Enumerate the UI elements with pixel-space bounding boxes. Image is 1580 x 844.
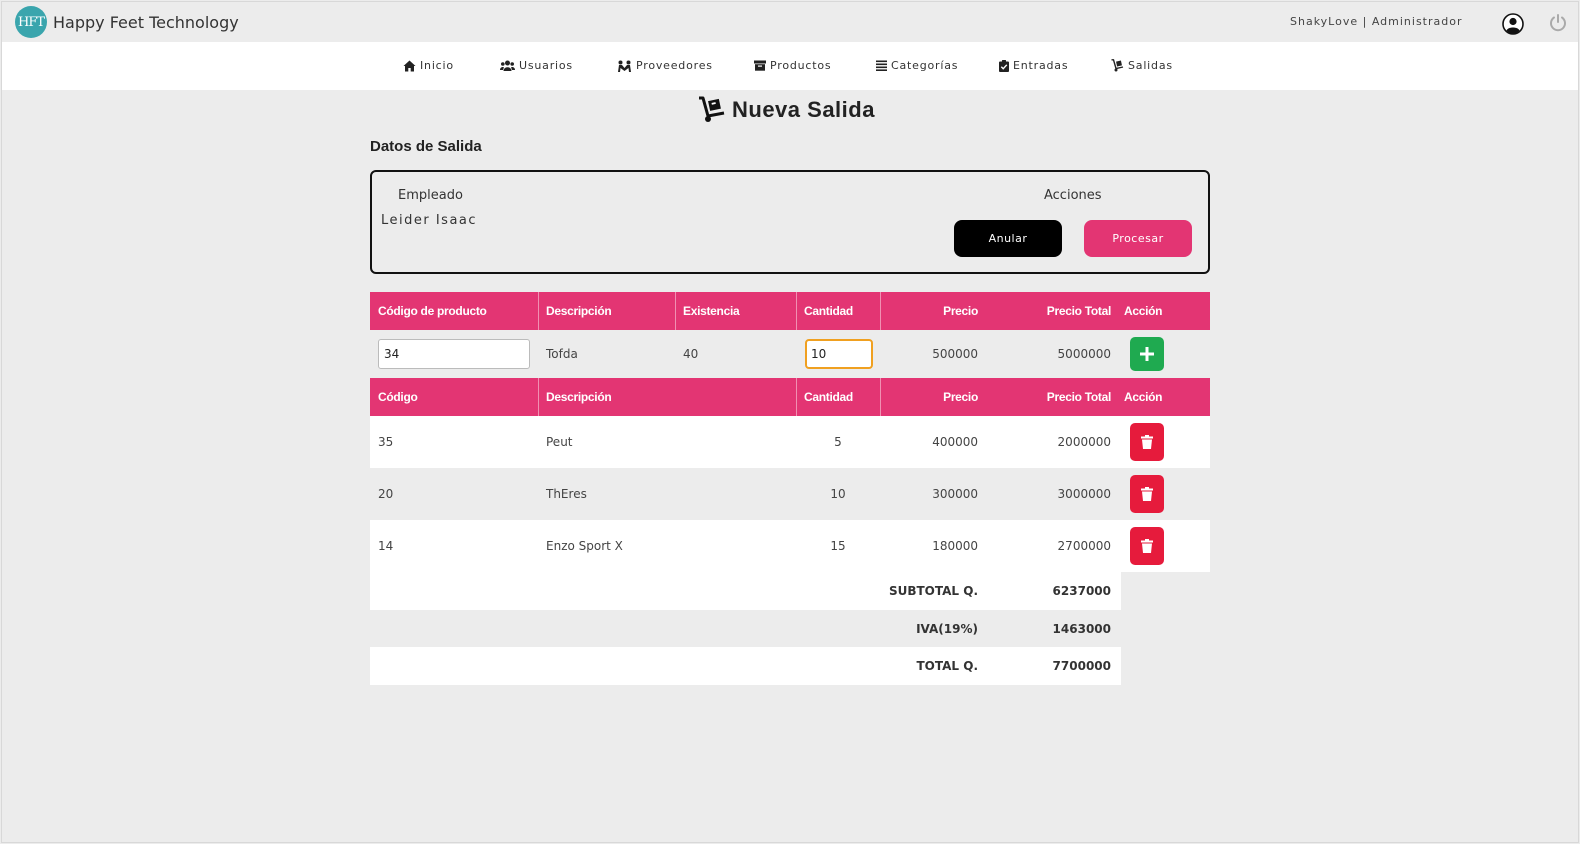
row-price: 300000 (932, 487, 978, 501)
row-total: 3000000 (1057, 487, 1111, 501)
nav-item-entradas[interactable]: Entradas (999, 59, 1068, 72)
subtotal-label: SUBTOTAL Q. (888, 584, 978, 598)
subtotal-value: 6237000 (1052, 584, 1111, 598)
trash-icon (1141, 435, 1153, 449)
column-header: Existencia (683, 304, 740, 318)
delete-row-button[interactable] (1130, 423, 1164, 461)
add-product-button[interactable] (1130, 337, 1164, 371)
list-icon (876, 60, 887, 71)
users-icon (500, 60, 515, 71)
iva-value: 1463000 (1052, 621, 1111, 636)
row-total: 2000000 (1057, 435, 1111, 449)
entry-price: 500000 (932, 347, 978, 361)
nav-label: Proveedores (636, 59, 713, 72)
detail-header-row: Código Descripción Cantidad Precio Preci… (370, 378, 1210, 416)
total-value: 7700000 (1052, 659, 1111, 673)
table-row: 14 Enzo Sport X 15 180000 2700000 (370, 520, 1210, 572)
row-description: Peut (546, 435, 573, 449)
plus-icon (1140, 347, 1154, 361)
nav-item-salidas[interactable]: Salidas (1111, 59, 1173, 72)
row-quantity: 10 (830, 487, 846, 501)
total-label: TOTAL Q. (916, 659, 978, 673)
actions-label: Acciones (1044, 188, 1102, 203)
iva-label: IVA(19%) (916, 621, 978, 636)
iva-row: IVA(19%) 1463000 (370, 610, 1121, 647)
section-title: Datos de Salida (370, 138, 482, 155)
subtotal-row: SUBTOTAL Q. 6237000 (370, 572, 1121, 610)
nav-label: Inicio (420, 59, 454, 72)
power-icon[interactable] (1548, 13, 1568, 37)
row-code: 20 (378, 487, 394, 501)
trash-icon (1141, 487, 1153, 501)
nav-item-categorias[interactable]: Categorías (876, 59, 958, 72)
column-header: Precio (943, 304, 978, 318)
nav-item-productos[interactable]: Productos (754, 59, 831, 72)
column-header: Descripción (546, 304, 612, 318)
total-row: TOTAL Q. 7700000 (370, 647, 1121, 685)
top-bar: HFT Happy Feet Technology ShakyLove | Ad… (2, 2, 1578, 42)
nav-item-inicio[interactable]: Inicio (403, 59, 454, 72)
entry-stock: 40 (683, 347, 699, 361)
column-header: Código (378, 390, 418, 404)
nav-label: Categorías (891, 59, 959, 72)
user-role-label: ShakyLove | Administrador (1290, 15, 1463, 28)
entry-description: Tofda (546, 347, 578, 361)
brand-logo: HFT (15, 6, 47, 38)
nav-label: Entradas (1013, 59, 1069, 72)
row-code: 14 (378, 539, 394, 553)
column-header: Cantidad (804, 304, 853, 318)
main-nav: Inicio Usuarios Proveedores Productos Ca… (2, 42, 1578, 90)
column-header: Precio (943, 390, 978, 404)
column-header: Acción (1124, 304, 1163, 318)
table-row: 20 ThEres 10 300000 3000000 (370, 468, 1210, 520)
table-row: 35 Peut 5 400000 2000000 (370, 416, 1210, 468)
output-data-panel: Empleado Leider Isaac Acciones Anular Pr… (370, 170, 1210, 274)
row-quantity: 5 (834, 435, 842, 449)
row-price: 180000 (932, 539, 978, 553)
brand[interactable]: HFT Happy Feet Technology (15, 6, 239, 38)
clipboard-check-icon (999, 59, 1009, 72)
table-header-row: Código de producto Descripción Existenci… (370, 292, 1210, 330)
dolly-icon (699, 96, 725, 122)
brand-name: Happy Feet Technology (53, 12, 239, 32)
nav-label: Salidas (1128, 59, 1173, 72)
row-total: 2700000 (1057, 539, 1111, 553)
product-code-input[interactable] (378, 339, 530, 369)
page-title-text: Nueva Salida (732, 96, 875, 122)
nav-label: Usuarios (519, 59, 573, 72)
column-header: Código de producto (378, 304, 487, 318)
entry-total: 5000000 (1057, 347, 1111, 361)
quantity-input[interactable] (805, 339, 873, 369)
process-button[interactable]: Procesar (1084, 220, 1192, 257)
nav-label: Productos (770, 59, 832, 72)
user-avatar-icon[interactable] (1502, 13, 1524, 39)
cancel-button[interactable]: Anular (954, 220, 1062, 257)
column-header: Precio Total (1046, 304, 1112, 318)
home-icon (403, 60, 416, 71)
row-description: Enzo Sport X (546, 539, 623, 553)
row-price: 400000 (932, 435, 978, 449)
page-title: Nueva Salida (698, 96, 875, 123)
nav-item-proveedores[interactable]: Proveedores (617, 59, 713, 72)
delete-row-button[interactable] (1130, 527, 1164, 565)
nav-item-usuarios[interactable]: Usuarios (500, 59, 573, 72)
dolly-icon (1111, 59, 1124, 72)
employee-value: Leider Isaac (381, 213, 478, 228)
column-header: Precio Total (1046, 390, 1112, 404)
column-header: Cantidad (804, 390, 853, 404)
column-header: Acción (1124, 390, 1163, 404)
trash-icon (1141, 539, 1153, 553)
delete-row-button[interactable] (1130, 475, 1164, 513)
entry-row: Tofda 40 500000 5000000 (370, 330, 1210, 378)
employee-label: Empleado (398, 188, 463, 203)
box-icon (754, 60, 766, 71)
suppliers-icon (618, 60, 631, 72)
row-description: ThEres (546, 487, 587, 501)
column-header: Descripción (546, 390, 612, 404)
row-quantity: 15 (830, 539, 846, 553)
row-code: 35 (378, 435, 394, 449)
